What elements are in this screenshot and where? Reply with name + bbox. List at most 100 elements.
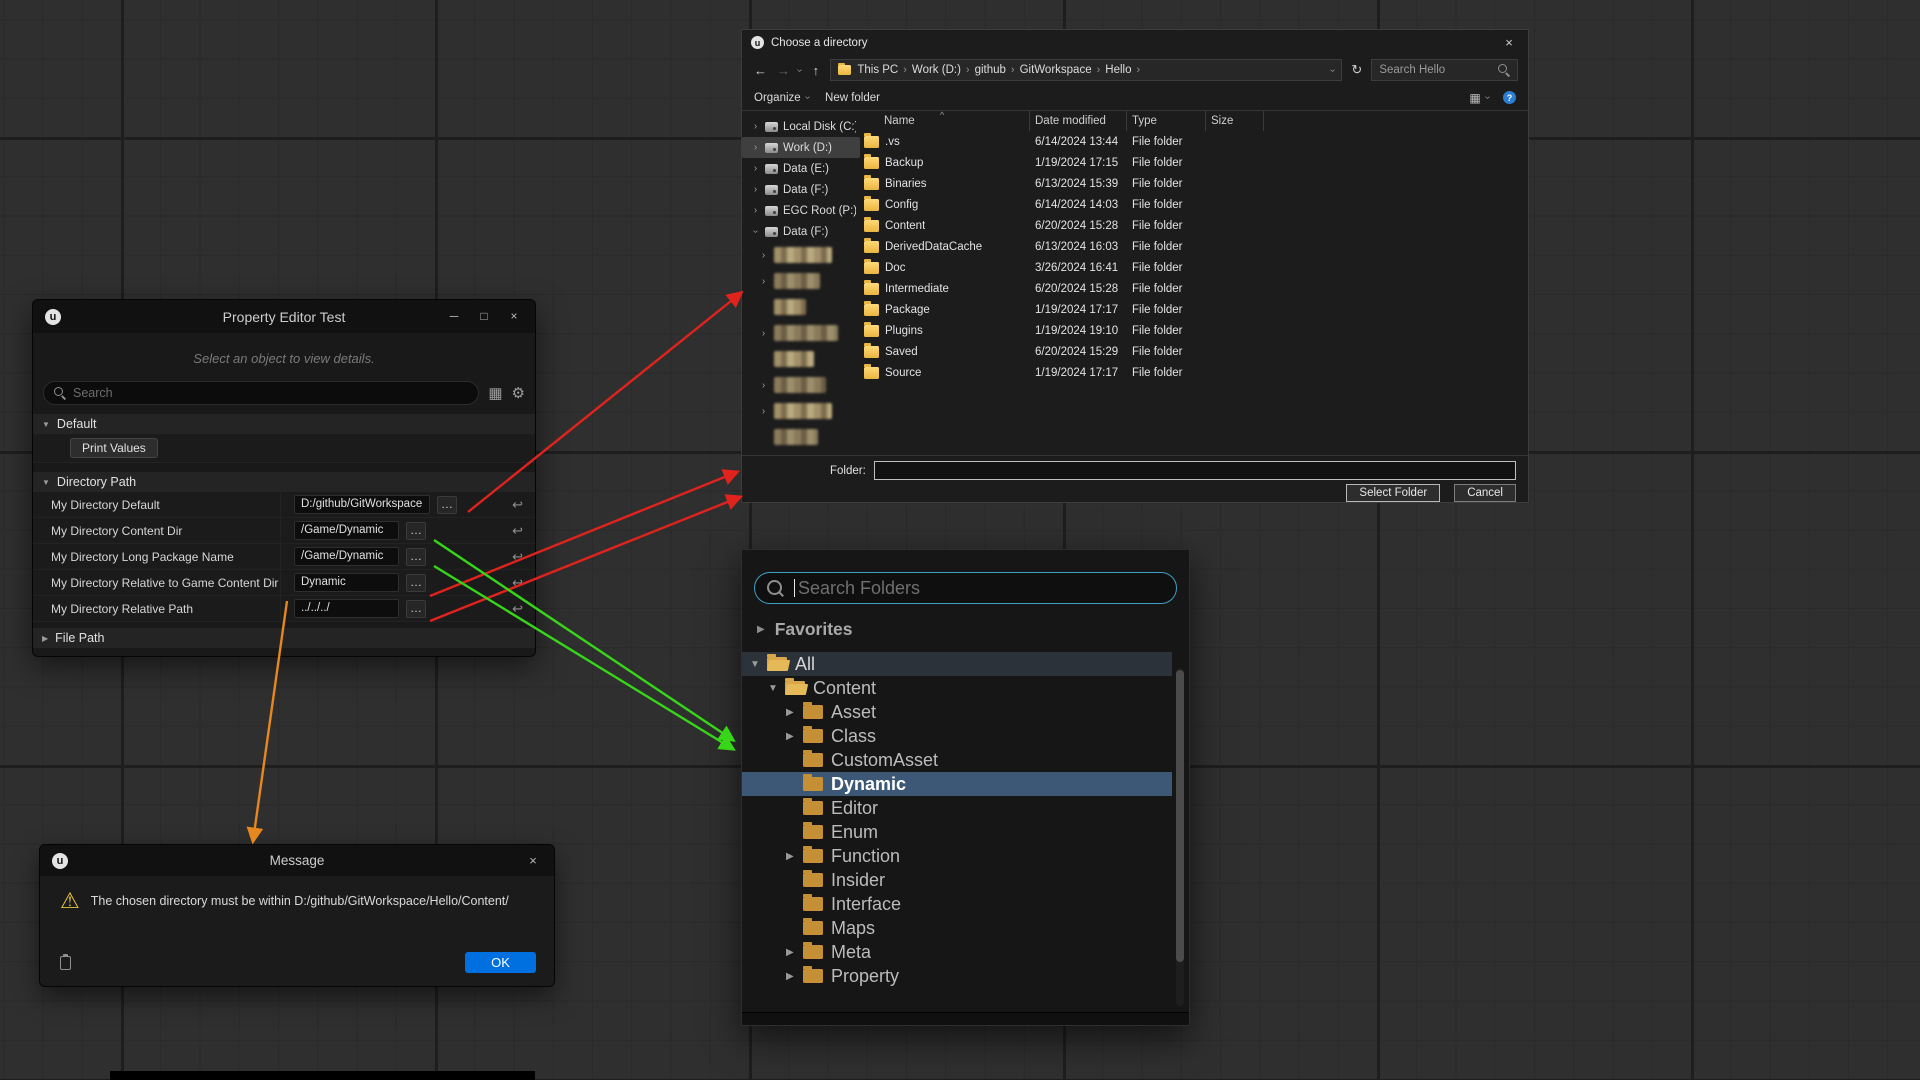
- browse-ellipsis-button[interactable]: …: [406, 522, 426, 540]
- expander-chevron-icon[interactable]: ›: [750, 227, 761, 236]
- recent-locations-icon[interactable]: ›: [794, 68, 805, 71]
- search-input[interactable]: Search: [43, 381, 479, 405]
- folder-tree-item[interactable]: Dynamic: [742, 772, 1172, 796]
- redacted-sidebar-item[interactable]: ›: [742, 268, 860, 294]
- print-values-button[interactable]: Print Values: [70, 438, 158, 458]
- new-folder-button[interactable]: New folder: [825, 92, 880, 104]
- expander-chevron-icon[interactable]: ›: [751, 163, 760, 174]
- sidebar-drive-item[interactable]: › EGC Root (P:): [742, 200, 860, 221]
- expander-icon[interactable]: ▶: [786, 731, 803, 742]
- scrollbar-track[interactable]: [1176, 668, 1184, 1006]
- file-row[interactable]: Backup 1/19/2024 17:15 File folder: [860, 152, 1528, 173]
- breadcrumb-segment[interactable]: github ›: [975, 64, 1015, 76]
- close-icon[interactable]: ×: [1490, 35, 1528, 50]
- expander-icon[interactable]: ▶: [786, 971, 803, 982]
- file-row[interactable]: Binaries 6/13/2024 15:39 File folder: [860, 173, 1528, 194]
- up-icon[interactable]: ↑: [807, 63, 824, 78]
- reset-to-default-icon[interactable]: ↩: [512, 523, 523, 539]
- expander-icon[interactable]: ▼: [768, 683, 785, 694]
- expander-icon[interactable]: ▼: [750, 659, 767, 670]
- maximize-icon[interactable]: □: [469, 300, 499, 333]
- redacted-sidebar-item[interactable]: [742, 346, 860, 372]
- file-row[interactable]: .vs 6/14/2024 13:44 File folder: [860, 131, 1528, 152]
- reset-to-default-icon[interactable]: ↩: [512, 601, 523, 617]
- column-header-size[interactable]: Size: [1206, 111, 1264, 131]
- address-dropdown-icon[interactable]: ›: [1327, 68, 1338, 71]
- search-input[interactable]: Search Hello: [1371, 59, 1518, 81]
- sidebar-drive-item[interactable]: › Local Disk (C:): [742, 116, 860, 137]
- column-header-date-modified[interactable]: Date modified: [1030, 111, 1127, 131]
- display-options-icon[interactable]: ▦: [488, 384, 502, 402]
- folder-tree-item[interactable]: ▶ Function: [742, 844, 1172, 868]
- forward-icon[interactable]: →: [775, 63, 792, 78]
- file-row[interactable]: Source 1/19/2024 17:17 File folder: [860, 362, 1528, 383]
- folder-tree-item[interactable]: ▶ Property: [742, 964, 1172, 988]
- reset-to-default-icon[interactable]: ↩: [512, 549, 523, 565]
- expander-chevron-icon[interactable]: ›: [751, 184, 760, 195]
- search-folders-input[interactable]: Search Folders: [754, 572, 1177, 604]
- cancel-button[interactable]: Cancel: [1454, 484, 1516, 502]
- folder-tree-item[interactable]: ▼ Content: [742, 676, 1172, 700]
- category-directory-path[interactable]: ▼ Directory Path: [33, 472, 535, 492]
- folder-tree-item[interactable]: ▼ All: [742, 652, 1172, 676]
- sidebar-drive-item[interactable]: › Work (D:): [742, 137, 860, 158]
- file-row[interactable]: DerivedDataCache 6/13/2024 16:03 File fo…: [860, 236, 1528, 257]
- back-icon[interactable]: ←: [752, 63, 769, 78]
- reset-to-default-icon[interactable]: ↩: [512, 575, 523, 591]
- property-value-field[interactable]: Dynamic: [294, 573, 399, 592]
- sidebar-drive-item[interactable]: › Data (F:): [742, 179, 860, 200]
- redacted-sidebar-item[interactable]: [742, 424, 860, 450]
- folder-tree-item[interactable]: ▶ Meta: [742, 940, 1172, 964]
- expander-icon[interactable]: ▶: [786, 707, 803, 718]
- breadcrumb-segment[interactable]: GitWorkspace ›: [1020, 64, 1101, 76]
- folder-name-input[interactable]: [874, 461, 1516, 480]
- redacted-sidebar-item[interactable]: ›: [742, 320, 860, 346]
- category-file-path[interactable]: ▶ File Path: [33, 628, 535, 648]
- dialog-titlebar[interactable]: u Choose a directory ×: [742, 30, 1528, 55]
- property-value-field[interactable]: ../../../: [294, 599, 399, 618]
- breadcrumb[interactable]: This PC › Work (D:) › github › GitWorksp…: [830, 59, 1342, 81]
- breadcrumb-segment[interactable]: Work (D:) ›: [912, 64, 970, 76]
- file-row[interactable]: Intermediate 6/20/2024 15:28 File folder: [860, 278, 1528, 299]
- column-header-type[interactable]: Type: [1127, 111, 1206, 131]
- select-folder-button[interactable]: Select Folder: [1346, 484, 1440, 502]
- file-row[interactable]: Plugins 1/19/2024 19:10 File folder: [860, 320, 1528, 341]
- folder-tree-item[interactable]: Editor: [742, 796, 1172, 820]
- redacted-sidebar-item[interactable]: ›: [742, 372, 860, 398]
- folder-tree-item[interactable]: CustomAsset: [742, 748, 1172, 772]
- copy-to-clipboard-icon[interactable]: [60, 956, 71, 970]
- folder-tree-item[interactable]: ▶ Class: [742, 724, 1172, 748]
- close-icon[interactable]: ×: [499, 300, 529, 333]
- redacted-sidebar-item[interactable]: [742, 294, 860, 320]
- browse-ellipsis-button[interactable]: …: [406, 574, 426, 592]
- view-options-button[interactable]: ▦ ›: [1469, 91, 1489, 105]
- reset-to-default-icon[interactable]: ↩: [512, 497, 523, 513]
- folder-tree-item[interactable]: ▶ Asset: [742, 700, 1172, 724]
- file-row[interactable]: Package 1/19/2024 17:17 File folder: [860, 299, 1528, 320]
- folder-tree-item[interactable]: Insider: [742, 868, 1172, 892]
- file-row[interactable]: Doc 3/26/2024 16:41 File folder: [860, 257, 1528, 278]
- window-titlebar[interactable]: u Property Editor Test ─ □ ×: [33, 300, 535, 333]
- sidebar-drive-item[interactable]: › Data (E:): [742, 158, 860, 179]
- folder-tree-item[interactable]: Maps: [742, 916, 1172, 940]
- minimize-icon[interactable]: ─: [439, 300, 469, 333]
- browse-ellipsis-button[interactable]: …: [437, 496, 457, 514]
- column-header-name[interactable]: ^ Name: [860, 111, 1030, 131]
- expander-icon[interactable]: ▶: [786, 947, 803, 958]
- redacted-sidebar-item[interactable]: ›: [742, 242, 860, 268]
- expander-chevron-icon[interactable]: ›: [751, 205, 760, 216]
- file-row[interactable]: Config 6/14/2024 14:03 File folder: [860, 194, 1528, 215]
- expander-chevron-icon[interactable]: ›: [751, 121, 760, 132]
- browse-ellipsis-button[interactable]: …: [406, 600, 426, 618]
- ok-button[interactable]: OK: [465, 952, 536, 973]
- settings-gear-icon[interactable]: ⚙: [512, 384, 525, 402]
- organize-button[interactable]: Organize ›: [754, 92, 809, 104]
- folder-tree-item[interactable]: Enum: [742, 820, 1172, 844]
- scrollbar-thumb[interactable]: [1176, 670, 1184, 962]
- category-default[interactable]: ▼ Default: [33, 414, 535, 434]
- expander-icon[interactable]: ▶: [786, 851, 803, 862]
- sidebar-drive-item[interactable]: › Data (F:): [742, 221, 860, 242]
- breadcrumb-segment[interactable]: Hello ›: [1105, 64, 1140, 76]
- property-value-field[interactable]: /Game/Dynamic: [294, 521, 399, 540]
- file-row[interactable]: Content 6/20/2024 15:28 File folder: [860, 215, 1528, 236]
